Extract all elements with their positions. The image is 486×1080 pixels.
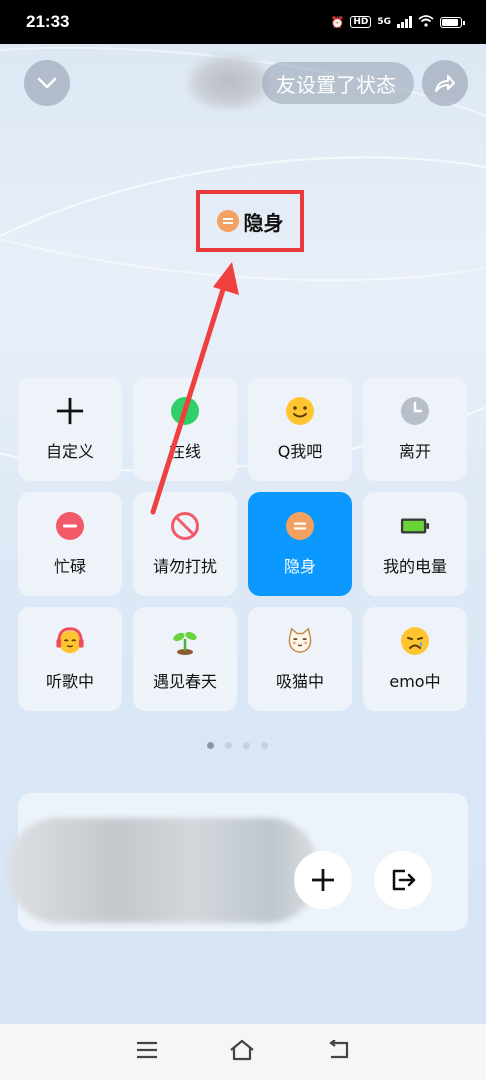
no-disturb-icon bbox=[170, 511, 200, 541]
status-tile-custom[interactable]: 自定义 bbox=[18, 377, 122, 481]
status-tile-do-not-disturb[interactable]: 请勿打扰 bbox=[133, 492, 237, 596]
friend-status-pill[interactable]: 友设置了状态 bbox=[262, 62, 414, 104]
collapse-button[interactable] bbox=[24, 60, 70, 106]
status-label: 隐身 bbox=[283, 557, 316, 576]
status-label: 离开 bbox=[398, 442, 431, 461]
share-button[interactable] bbox=[422, 60, 468, 106]
invisible-icon bbox=[216, 210, 239, 232]
status-tile-emo[interactable]: emo中 bbox=[363, 607, 467, 711]
hd-icon: HD bbox=[350, 16, 372, 28]
status-grid: 自定义 在线 Q我吧 离开 忙碌 请勿打扰 隐身 我的电量 听歌中 遇见春天 吸… bbox=[18, 377, 468, 711]
status-tile-online[interactable]: 在线 bbox=[133, 377, 237, 481]
page-dot bbox=[225, 742, 232, 749]
status-label: 遇见春天 bbox=[152, 672, 217, 691]
clock: 21:33 bbox=[26, 12, 70, 31]
battery-icon bbox=[400, 511, 430, 541]
battery-status-icon bbox=[440, 16, 465, 28]
plus-icon bbox=[312, 869, 334, 891]
clock-icon bbox=[400, 396, 430, 426]
logout-icon bbox=[392, 869, 416, 891]
system-nav-bar bbox=[0, 1024, 486, 1080]
page-indicator bbox=[207, 742, 268, 749]
status-label: 我的电量 bbox=[382, 557, 447, 576]
sad-emoji-icon bbox=[400, 626, 430, 656]
signal-icon bbox=[397, 16, 412, 28]
online-icon bbox=[170, 396, 200, 426]
status-label: emo中 bbox=[389, 672, 441, 691]
status-tile-cat[interactable]: 吸猫中 bbox=[248, 607, 352, 711]
wifi-icon bbox=[418, 14, 434, 30]
busy-icon bbox=[55, 511, 85, 541]
add-account-button[interactable] bbox=[294, 851, 352, 909]
menu-icon[interactable] bbox=[136, 1041, 158, 1063]
status-label: 在线 bbox=[168, 442, 201, 461]
share-icon bbox=[435, 75, 455, 92]
friend-status-text: 友设置了状态 bbox=[276, 72, 396, 97]
status-tile-battery[interactable]: 我的电量 bbox=[363, 492, 467, 596]
status-label: 吸猫中 bbox=[275, 672, 324, 691]
chevron-down-icon bbox=[37, 77, 57, 89]
network-label: 5G bbox=[377, 17, 391, 27]
smile-icon bbox=[285, 396, 315, 426]
current-status-label: 隐身 bbox=[243, 210, 284, 235]
status-tile-busy[interactable]: 忙碌 bbox=[18, 492, 122, 596]
plus-icon bbox=[55, 396, 85, 426]
status-tile-listening-music[interactable]: 听歌中 bbox=[18, 607, 122, 711]
alarm-icon: ⏰ bbox=[330, 15, 345, 29]
status-icons: ⏰ HD 5G bbox=[330, 14, 465, 30]
current-status: 隐身 bbox=[196, 190, 304, 252]
page-dot bbox=[261, 742, 268, 749]
home-icon[interactable] bbox=[229, 1039, 255, 1065]
status-label: 忙碌 bbox=[53, 557, 86, 576]
cat-icon bbox=[285, 626, 315, 656]
blurred-avatar bbox=[188, 54, 270, 110]
status-label: 请勿打扰 bbox=[152, 557, 217, 576]
sprout-icon bbox=[170, 626, 200, 656]
blurred-account-info bbox=[8, 818, 318, 923]
status-bar: 21:33 ⏰ HD 5G bbox=[0, 0, 486, 44]
headphones-emoji-icon bbox=[55, 626, 85, 656]
status-label: 听歌中 bbox=[45, 672, 94, 691]
status-tile-away[interactable]: 离开 bbox=[363, 377, 467, 481]
invisible-icon bbox=[285, 511, 315, 541]
status-label: 自定义 bbox=[45, 442, 94, 461]
back-icon[interactable] bbox=[326, 1039, 350, 1064]
page-dot bbox=[243, 742, 250, 749]
status-tile-q-me[interactable]: Q我吧 bbox=[248, 377, 352, 481]
logout-button[interactable] bbox=[374, 851, 432, 909]
status-tile-meet-spring[interactable]: 遇见春天 bbox=[133, 607, 237, 711]
status-label: Q我吧 bbox=[277, 442, 323, 461]
page-dot-active bbox=[207, 742, 214, 749]
status-tile-invisible[interactable]: 隐身 bbox=[248, 492, 352, 596]
